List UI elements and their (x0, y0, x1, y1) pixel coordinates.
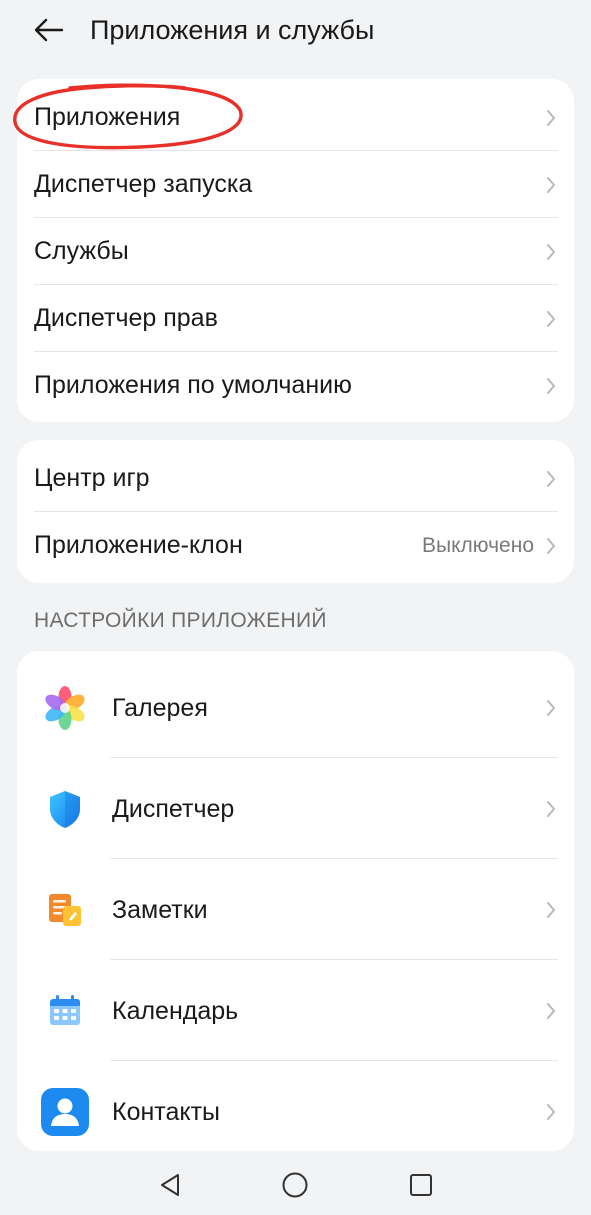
menu-item-permission-manager[interactable]: Диспетчер прав (17, 285, 574, 352)
menu-item-launch-manager[interactable]: Диспетчер запуска (17, 151, 574, 218)
chevron-right-icon (547, 470, 555, 487)
apps-services-group: Приложения Диспетчер запуска Службы Дисп… (17, 79, 574, 422)
shield-icon (50, 790, 80, 828)
chevron-right-icon (547, 537, 555, 554)
calendar-icon (50, 994, 80, 1025)
menu-item-apps[interactable]: Приложения (17, 84, 574, 151)
menu-item-default-apps[interactable]: Приложения по умолчанию (17, 352, 574, 419)
chevron-right-icon (547, 699, 555, 716)
app-item-label: Контакты (112, 1097, 220, 1126)
menu-item-label: Службы (34, 237, 129, 265)
app-item-notes[interactable]: Заметки (17, 859, 574, 960)
chevron-right-icon (547, 1002, 555, 1019)
chevron-right-icon (547, 243, 555, 260)
app-item-label: Диспетчер (112, 794, 235, 823)
app-item-gallery[interactable]: Галерея (17, 657, 574, 758)
chevron-right-icon (547, 1103, 555, 1120)
app-clone-status: Выключено (422, 533, 534, 557)
menu-item-app-clone[interactable]: Приложение-клон Выключено (17, 512, 574, 579)
menu-item-services[interactable]: Службы (17, 218, 574, 285)
menu-item-label: Диспетчер прав (34, 304, 218, 332)
nav-back-button[interactable] (150, 1165, 190, 1205)
menu-item-label: Приложения (34, 103, 181, 131)
app-item-contacts[interactable]: Контакты (17, 1061, 574, 1151)
arrow-left-icon (34, 18, 64, 42)
system-navigation-bar (0, 1151, 591, 1215)
app-item-label: Галерея (112, 693, 208, 722)
app-item-label: Календарь (112, 996, 239, 1025)
page-title: Приложения и службы (90, 15, 375, 45)
menu-item-label: Диспетчер запуска (34, 170, 253, 198)
square-recents-icon (410, 1174, 432, 1196)
nav-home-button[interactable] (275, 1165, 315, 1205)
section-header-app-settings: НАСТРОЙКИ ПРИЛОЖЕНИЙ (34, 609, 327, 632)
menu-item-game-center[interactable]: Центр игр (17, 445, 574, 512)
gallery-icon (45, 685, 85, 730)
triangle-back-icon (161, 1174, 179, 1196)
chevron-right-icon (547, 377, 555, 394)
nav-recents-button[interactable] (401, 1165, 441, 1205)
title-bar: Приложения и службы (0, 0, 591, 62)
chevron-right-icon (547, 310, 555, 327)
app-item-calendar[interactable]: Календарь (17, 960, 574, 1061)
games-clone-group: Центр игр Приложение-клон Выключено (17, 440, 574, 583)
chevron-right-icon (547, 109, 555, 126)
chevron-right-icon (547, 800, 555, 817)
app-item-label: Заметки (112, 895, 208, 924)
circle-home-icon (282, 1172, 308, 1198)
contacts-icon (41, 1087, 89, 1136)
menu-item-label: Центр игр (34, 464, 150, 492)
chevron-right-icon (547, 901, 555, 918)
menu-item-label: Приложение-клон (34, 531, 243, 559)
chevron-right-icon (547, 176, 555, 193)
back-button[interactable] (26, 10, 72, 50)
app-item-manager[interactable]: Диспетчер (17, 758, 574, 859)
app-settings-group: Галерея Диспетчер Заметки Календарь Конт… (17, 651, 574, 1151)
notes-icon (49, 893, 81, 926)
menu-item-label: Приложения по умолчанию (34, 371, 352, 399)
